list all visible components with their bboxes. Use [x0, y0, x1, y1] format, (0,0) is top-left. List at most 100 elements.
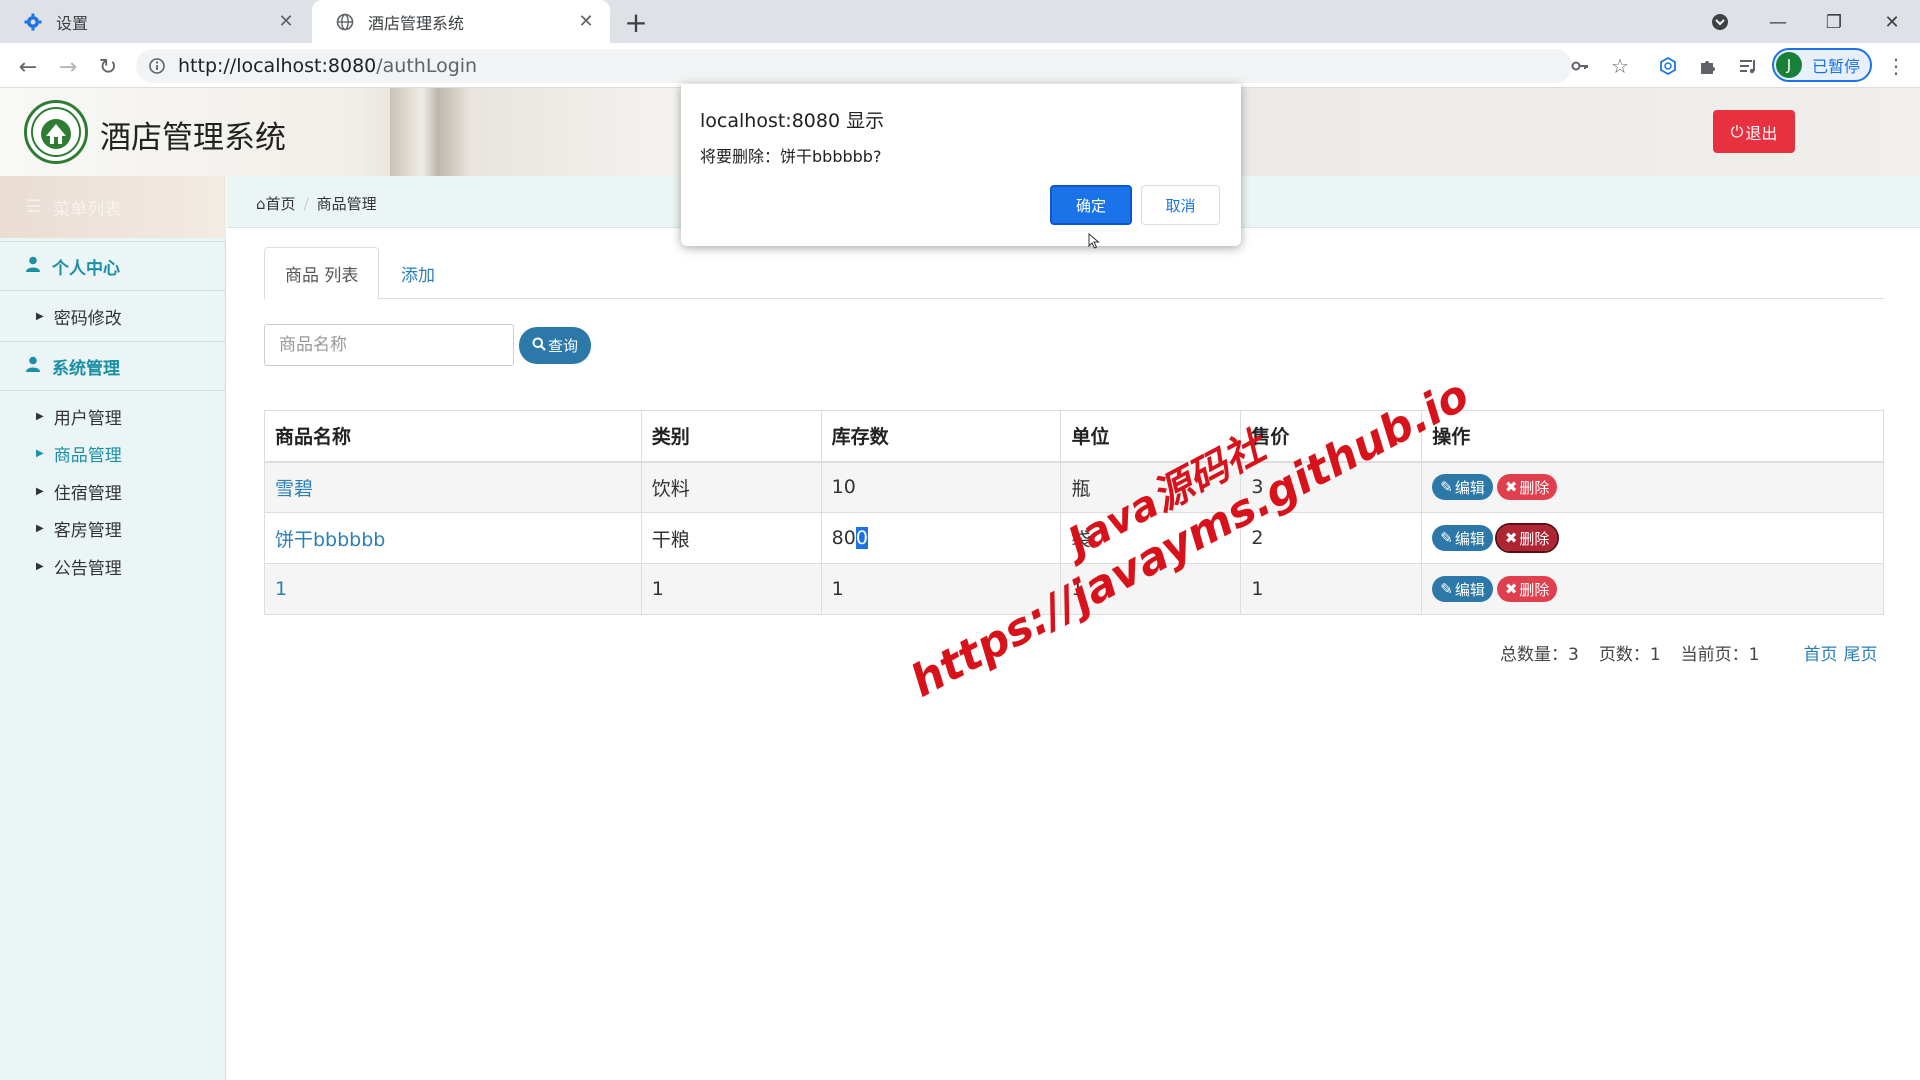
- sidebar-item-lodging[interactable]: ▶ 住宿管理: [36, 476, 122, 506]
- bookmark-star-icon[interactable]: ☆: [1604, 50, 1636, 82]
- user-icon: [26, 356, 40, 377]
- info-icon[interactable]: [148, 57, 166, 75]
- delete-button[interactable]: ✖ 删除: [1494, 523, 1560, 553]
- table-header-row: 商品名称 类别 库存数 单位 售价 操作: [264, 410, 1884, 463]
- close-icon[interactable]: ✕: [576, 11, 596, 32]
- column-header: 库存数: [820, 410, 1062, 463]
- content-tabs: [264, 247, 1884, 299]
- tab-add[interactable]: 添加: [381, 247, 455, 300]
- caret-right-icon: ▶: [36, 310, 44, 322]
- more-menu-icon[interactable]: ⋮: [1880, 50, 1912, 82]
- minimize-icon[interactable]: —: [1762, 6, 1794, 38]
- breadcrumb-home[interactable]: ⌂首页: [256, 193, 296, 214]
- goods-name-link[interactable]: 1: [264, 563, 642, 615]
- breadcrumb-separator: /: [303, 194, 309, 213]
- pencil-icon: ✎: [1440, 529, 1453, 547]
- globe-icon: [336, 13, 354, 31]
- delete-button[interactable]: ✖ 删除: [1496, 474, 1558, 501]
- x-icon: ✖: [1504, 580, 1518, 598]
- browser-tab-hotel[interactable]: 酒店管理系统 ✕: [312, 0, 610, 43]
- goods-category: 1: [640, 563, 822, 615]
- pager-current: 当前页：1: [1680, 645, 1760, 665]
- app-title: 酒店管理系统: [100, 120, 286, 156]
- cancel-button[interactable]: 取消: [1141, 185, 1220, 225]
- goods-actions: ✎ 编辑 ✖ 删除: [1421, 512, 1884, 564]
- sidebar-item-notices[interactable]: ▶ 公告管理: [36, 551, 122, 581]
- text-selection: 0: [855, 527, 868, 549]
- sidebar-section-personal[interactable]: 个人中心: [0, 241, 226, 291]
- sidebar-item-goods[interactable]: ▶ 商品管理: [36, 438, 122, 468]
- first-page-link[interactable]: 首页: [1803, 640, 1837, 665]
- reload-icon[interactable]: ↻: [92, 51, 124, 83]
- logout-button[interactable]: ⏻ 退出: [1713, 110, 1795, 153]
- goods-actions: ✎ 编辑 ✖ 删除: [1421, 563, 1884, 615]
- search-icon: [532, 337, 546, 355]
- breadcrumb-current: 商品管理: [316, 195, 377, 213]
- key-icon[interactable]: [1564, 50, 1596, 82]
- menu-list-icon: ☰: [26, 197, 42, 217]
- home-icon: ⌂: [256, 195, 266, 213]
- x-icon: ✖: [1504, 478, 1518, 497]
- goods-name-link[interactable]: 饼干bbbbbb: [264, 512, 642, 564]
- column-header: 商品名称: [264, 410, 642, 463]
- puzzle-icon[interactable]: [1692, 50, 1724, 82]
- goods-category: 饮料: [640, 461, 822, 513]
- dialog-title: localhost:8080 显示: [700, 110, 885, 132]
- url-text[interactable]: http://localhost:8080/authLogin: [178, 55, 477, 77]
- breadcrumb: ⌂首页 / 商品管理: [256, 193, 377, 214]
- column-header: 操作: [1421, 410, 1884, 463]
- caret-right-icon: ▶: [36, 485, 44, 497]
- caret-right-icon: ▶: [36, 522, 44, 534]
- goods-category: 干粮: [640, 512, 822, 564]
- tab-search-icon[interactable]: [1704, 6, 1736, 38]
- tab-goods-list[interactable]: 商品 列表: [264, 247, 380, 300]
- dialog-message: 将要删除：饼干bbbbbb?: [700, 147, 882, 166]
- sidebar-item-password[interactable]: ▶ 密码修改: [36, 301, 122, 331]
- back-icon[interactable]: ←: [12, 51, 44, 83]
- caret-right-icon: ▶: [36, 447, 44, 459]
- search-button[interactable]: 查询: [519, 327, 591, 364]
- university-logo: [24, 100, 88, 164]
- goods-actions: ✎ 编辑 ✖ 删除: [1421, 461, 1884, 513]
- window-close-icon[interactable]: ✕: [1876, 6, 1908, 38]
- gear-icon: [24, 13, 42, 31]
- avatar: J: [1776, 52, 1802, 78]
- pencil-icon: ✎: [1440, 478, 1453, 497]
- sidebar-section-system[interactable]: 系统管理: [0, 341, 226, 391]
- edit-button[interactable]: ✎ 编辑: [1432, 576, 1493, 602]
- table-row: 雪碧 饮料 10 瓶 3 ✎ 编辑 ✖ 删除: [264, 461, 1884, 513]
- pager-total: 总数量：3: [1500, 645, 1579, 665]
- edit-button[interactable]: ✎ 编辑: [1432, 525, 1493, 551]
- caret-right-icon: ▶: [36, 560, 44, 572]
- user-icon: [26, 256, 40, 277]
- power-icon: ⏻: [1730, 121, 1744, 141]
- new-tab-icon[interactable]: +: [620, 6, 652, 39]
- goods-name-link[interactable]: 雪碧: [264, 461, 642, 513]
- pager-pages: 页数：1: [1598, 645, 1661, 665]
- sidebar-item-rooms[interactable]: ▶ 客房管理: [36, 513, 122, 543]
- profile-status: 已暂停: [1812, 57, 1861, 76]
- restore-icon[interactable]: ❐: [1818, 6, 1850, 38]
- close-icon[interactable]: ✕: [276, 11, 296, 32]
- caret-right-icon: ▶: [36, 410, 44, 422]
- goods-name-input[interactable]: [264, 324, 514, 366]
- browser-tab-settings[interactable]: 设置 ✕: [0, 0, 310, 43]
- browser-tab-label: 设置: [56, 13, 89, 33]
- reading-list-icon[interactable]: [1732, 50, 1764, 82]
- sidebar-item-users[interactable]: ▶ 用户管理: [36, 401, 122, 431]
- x-icon: ✖: [1504, 529, 1518, 547]
- forward-icon[interactable]: →: [52, 51, 84, 83]
- pagination: 总数量：3 页数：1 当前页：1 首页 尾页: [1500, 640, 1877, 665]
- mouse-cursor-icon: [1088, 232, 1100, 249]
- extension-icon[interactable]: [1652, 50, 1684, 82]
- edit-button[interactable]: ✎ 编辑: [1432, 474, 1493, 501]
- goods-price: 1: [1240, 563, 1423, 615]
- header-decoration: [390, 88, 470, 176]
- profile-button[interactable]: J 已暂停: [1772, 48, 1872, 82]
- confirm-button[interactable]: 确定: [1050, 185, 1132, 225]
- goods-stock: 10: [820, 461, 1062, 513]
- browser-tab-label: 酒店管理系统: [368, 13, 465, 33]
- last-page-link[interactable]: 尾页: [1843, 640, 1877, 665]
- delete-button[interactable]: ✖ 删除: [1496, 576, 1558, 602]
- pencil-icon: ✎: [1440, 580, 1453, 598]
